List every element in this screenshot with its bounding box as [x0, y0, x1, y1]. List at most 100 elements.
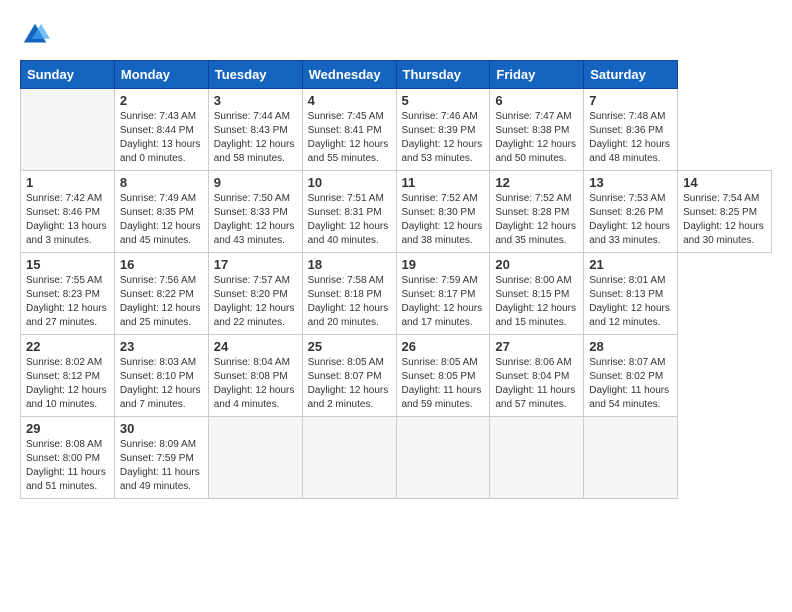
day-info: Sunrise: 7:46 AMSunset: 8:39 PMDaylight:… [402, 111, 483, 164]
calendar-cell: 28 Sunrise: 8:07 AMSunset: 8:02 PMDaylig… [584, 335, 678, 417]
day-number: 8 [120, 175, 203, 190]
calendar-cell: 3 Sunrise: 7:44 AMSunset: 8:43 PMDayligh… [208, 89, 302, 171]
day-info: Sunrise: 7:45 AMSunset: 8:41 PMDaylight:… [308, 111, 389, 164]
calendar-table: SundayMondayTuesdayWednesdayThursdayFrid… [20, 60, 772, 499]
calendar-cell: 13 Sunrise: 7:53 AMSunset: 8:26 PMDaylig… [584, 171, 678, 253]
calendar-cell: 24 Sunrise: 8:04 AMSunset: 8:08 PMDaylig… [208, 335, 302, 417]
day-number: 15 [26, 257, 109, 272]
calendar-cell: 20 Sunrise: 8:00 AMSunset: 8:15 PMDaylig… [490, 253, 584, 335]
day-info: Sunrise: 8:02 AMSunset: 8:12 PMDaylight:… [26, 357, 107, 410]
day-info: Sunrise: 7:47 AMSunset: 8:38 PMDaylight:… [495, 111, 576, 164]
day-number: 17 [214, 257, 297, 272]
day-number: 23 [120, 339, 203, 354]
calendar-cell: 26 Sunrise: 8:05 AMSunset: 8:05 PMDaylig… [396, 335, 490, 417]
calendar-cell [21, 89, 115, 171]
day-number: 5 [402, 93, 485, 108]
calendar-week-3: 22 Sunrise: 8:02 AMSunset: 8:12 PMDaylig… [21, 335, 772, 417]
day-header-friday: Friday [490, 61, 584, 89]
day-number: 20 [495, 257, 578, 272]
day-number: 2 [120, 93, 203, 108]
day-number: 6 [495, 93, 578, 108]
day-header-thursday: Thursday [396, 61, 490, 89]
day-info: Sunrise: 8:03 AMSunset: 8:10 PMDaylight:… [120, 357, 201, 410]
calendar-cell: 2 Sunrise: 7:43 AMSunset: 8:44 PMDayligh… [114, 89, 208, 171]
day-info: Sunrise: 8:06 AMSunset: 8:04 PMDaylight:… [495, 357, 575, 410]
calendar-cell: 10 Sunrise: 7:51 AMSunset: 8:31 PMDaylig… [302, 171, 396, 253]
calendar-cell: 15 Sunrise: 7:55 AMSunset: 8:23 PMDaylig… [21, 253, 115, 335]
calendar-cell: 27 Sunrise: 8:06 AMSunset: 8:04 PMDaylig… [490, 335, 584, 417]
day-number: 10 [308, 175, 391, 190]
day-number: 9 [214, 175, 297, 190]
day-info: Sunrise: 7:42 AMSunset: 8:46 PMDaylight:… [26, 193, 107, 246]
day-info: Sunrise: 7:50 AMSunset: 8:33 PMDaylight:… [214, 193, 295, 246]
day-info: Sunrise: 7:49 AMSunset: 8:35 PMDaylight:… [120, 193, 201, 246]
day-number: 16 [120, 257, 203, 272]
day-number: 27 [495, 339, 578, 354]
day-number: 4 [308, 93, 391, 108]
calendar-cell: 11 Sunrise: 7:52 AMSunset: 8:30 PMDaylig… [396, 171, 490, 253]
calendar-cell [208, 417, 302, 499]
logo-icon [20, 20, 50, 50]
calendar-cell: 17 Sunrise: 7:57 AMSunset: 8:20 PMDaylig… [208, 253, 302, 335]
day-header-wednesday: Wednesday [302, 61, 396, 89]
day-number: 18 [308, 257, 391, 272]
day-number: 21 [589, 257, 672, 272]
day-number: 22 [26, 339, 109, 354]
calendar-cell [490, 417, 584, 499]
calendar-header-row: SundayMondayTuesdayWednesdayThursdayFrid… [21, 61, 772, 89]
day-info: Sunrise: 7:53 AMSunset: 8:26 PMDaylight:… [589, 193, 670, 246]
day-info: Sunrise: 7:52 AMSunset: 8:28 PMDaylight:… [495, 193, 576, 246]
calendar-cell: 18 Sunrise: 7:58 AMSunset: 8:18 PMDaylig… [302, 253, 396, 335]
day-number: 19 [402, 257, 485, 272]
day-info: Sunrise: 7:48 AMSunset: 8:36 PMDaylight:… [589, 111, 670, 164]
day-number: 29 [26, 421, 109, 436]
day-info: Sunrise: 8:07 AMSunset: 8:02 PMDaylight:… [589, 357, 669, 410]
day-number: 3 [214, 93, 297, 108]
day-number: 24 [214, 339, 297, 354]
day-info: Sunrise: 7:58 AMSunset: 8:18 PMDaylight:… [308, 275, 389, 328]
calendar-cell: 16 Sunrise: 7:56 AMSunset: 8:22 PMDaylig… [114, 253, 208, 335]
day-header-sunday: Sunday [21, 61, 115, 89]
calendar-week-4: 29 Sunrise: 8:08 AMSunset: 8:00 PMDaylig… [21, 417, 772, 499]
day-header-monday: Monday [114, 61, 208, 89]
calendar-cell: 9 Sunrise: 7:50 AMSunset: 8:33 PMDayligh… [208, 171, 302, 253]
day-number: 25 [308, 339, 391, 354]
calendar-cell: 8 Sunrise: 7:49 AMSunset: 8:35 PMDayligh… [114, 171, 208, 253]
day-info: Sunrise: 7:44 AMSunset: 8:43 PMDaylight:… [214, 111, 295, 164]
day-info: Sunrise: 8:05 AMSunset: 8:05 PMDaylight:… [402, 357, 482, 410]
calendar-cell: 5 Sunrise: 7:46 AMSunset: 8:39 PMDayligh… [396, 89, 490, 171]
calendar-cell: 29 Sunrise: 8:08 AMSunset: 8:00 PMDaylig… [21, 417, 115, 499]
calendar-cell: 6 Sunrise: 7:47 AMSunset: 8:38 PMDayligh… [490, 89, 584, 171]
day-number: 28 [589, 339, 672, 354]
calendar-cell: 23 Sunrise: 8:03 AMSunset: 8:10 PMDaylig… [114, 335, 208, 417]
day-number: 1 [26, 175, 109, 190]
day-number: 30 [120, 421, 203, 436]
day-info: Sunrise: 7:43 AMSunset: 8:44 PMDaylight:… [120, 111, 201, 164]
calendar-cell [396, 417, 490, 499]
calendar-cell [584, 417, 678, 499]
day-number: 12 [495, 175, 578, 190]
day-info: Sunrise: 8:08 AMSunset: 8:00 PMDaylight:… [26, 439, 106, 492]
day-number: 11 [402, 175, 485, 190]
calendar-cell: 14 Sunrise: 7:54 AMSunset: 8:25 PMDaylig… [678, 171, 772, 253]
calendar-cell [302, 417, 396, 499]
calendar-cell: 25 Sunrise: 8:05 AMSunset: 8:07 PMDaylig… [302, 335, 396, 417]
day-info: Sunrise: 7:57 AMSunset: 8:20 PMDaylight:… [214, 275, 295, 328]
logo [20, 20, 56, 50]
day-header-tuesday: Tuesday [208, 61, 302, 89]
day-info: Sunrise: 7:52 AMSunset: 8:30 PMDaylight:… [402, 193, 483, 246]
day-header-saturday: Saturday [584, 61, 678, 89]
day-info: Sunrise: 8:00 AMSunset: 8:15 PMDaylight:… [495, 275, 576, 328]
calendar-cell: 19 Sunrise: 7:59 AMSunset: 8:17 PMDaylig… [396, 253, 490, 335]
calendar-cell: 12 Sunrise: 7:52 AMSunset: 8:28 PMDaylig… [490, 171, 584, 253]
day-info: Sunrise: 7:55 AMSunset: 8:23 PMDaylight:… [26, 275, 107, 328]
day-number: 14 [683, 175, 766, 190]
page-header [20, 20, 772, 50]
day-info: Sunrise: 7:54 AMSunset: 8:25 PMDaylight:… [683, 193, 764, 246]
day-info: Sunrise: 8:05 AMSunset: 8:07 PMDaylight:… [308, 357, 389, 410]
day-info: Sunrise: 7:59 AMSunset: 8:17 PMDaylight:… [402, 275, 483, 328]
day-info: Sunrise: 7:51 AMSunset: 8:31 PMDaylight:… [308, 193, 389, 246]
day-number: 26 [402, 339, 485, 354]
calendar-cell: 22 Sunrise: 8:02 AMSunset: 8:12 PMDaylig… [21, 335, 115, 417]
calendar-week-2: 15 Sunrise: 7:55 AMSunset: 8:23 PMDaylig… [21, 253, 772, 335]
